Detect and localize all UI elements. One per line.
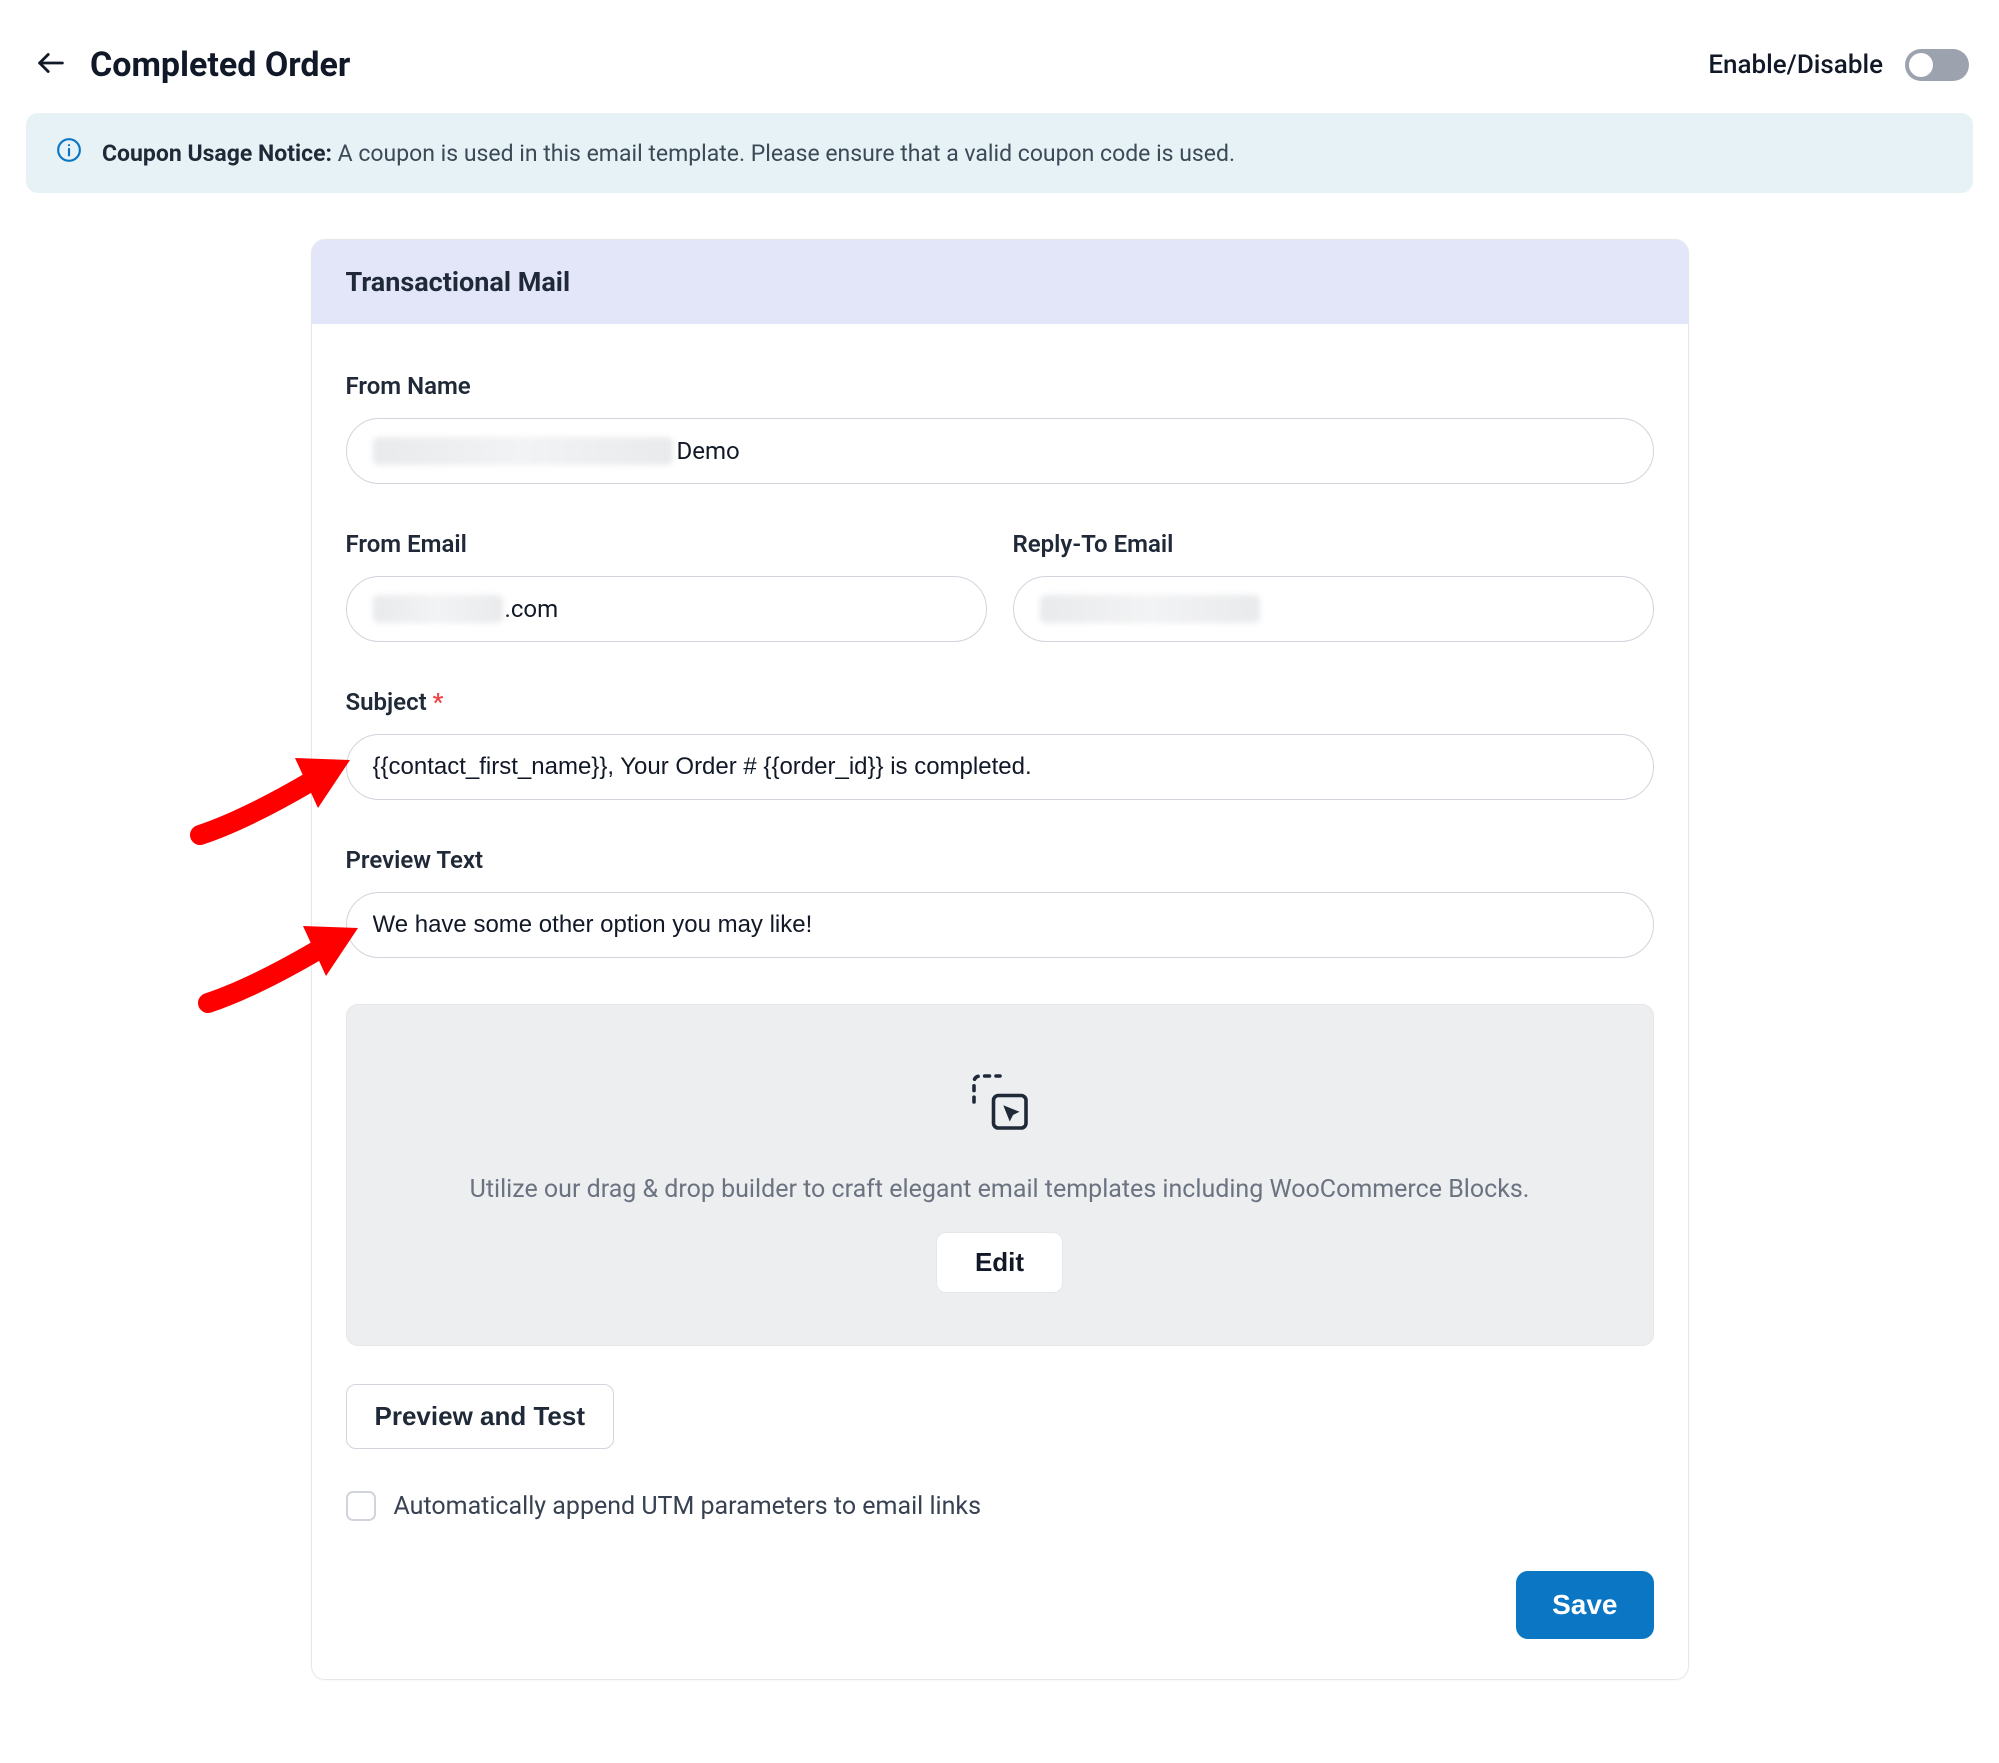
transactional-mail-card: Transactional Mail From Name Demo From E… (311, 239, 1689, 1680)
notice-prefix: Coupon Usage Notice: (102, 140, 332, 167)
from-email-input[interactable]: .com (346, 576, 987, 642)
from-name-label: From Name (346, 372, 1654, 400)
annotation-arrow-icon (190, 740, 350, 850)
annotation-arrow-icon (198, 908, 358, 1018)
back-button[interactable] (30, 42, 72, 87)
subject-label: Subject* (346, 688, 1654, 716)
card-title: Transactional Mail (312, 240, 1688, 324)
page-header: Completed Order Enable/Disable (26, 30, 1973, 113)
utm-checkbox-label: Automatically append UTM parameters to e… (394, 1492, 981, 1521)
reply-to-input[interactable] (1013, 576, 1654, 642)
preview-text-label: Preview Text (346, 846, 1654, 874)
coupon-usage-notice: Coupon Usage Notice: A coupon is used in… (26, 113, 1973, 193)
save-button[interactable]: Save (1516, 1571, 1653, 1639)
subject-input[interactable] (346, 734, 1654, 800)
drag-drop-builder-icon (961, 1063, 1039, 1147)
redacted-text (1040, 595, 1260, 623)
enable-disable-label: Enable/Disable (1708, 50, 1883, 80)
enable-disable-toggle[interactable] (1905, 49, 1969, 81)
arrow-left-icon (34, 46, 68, 83)
page-title: Completed Order (90, 45, 350, 85)
info-icon (56, 137, 82, 169)
redacted-text (373, 595, 503, 623)
template-builder-box: Utilize our drag & drop builder to craft… (346, 1004, 1654, 1346)
from-name-suffix: Demo (677, 437, 740, 465)
from-name-input[interactable]: Demo (346, 418, 1654, 484)
preview-and-test-button[interactable]: Preview and Test (346, 1384, 615, 1449)
preview-text-input[interactable] (346, 892, 1654, 958)
notice-text: Coupon Usage Notice: A coupon is used in… (102, 140, 1235, 167)
edit-template-button[interactable]: Edit (936, 1232, 1063, 1293)
notice-message: A coupon is used in this email template.… (332, 140, 1235, 167)
from-email-suffix: .com (505, 595, 559, 623)
redacted-text (373, 437, 673, 465)
from-email-label: From Email (346, 530, 987, 558)
utm-checkbox[interactable] (346, 1491, 376, 1521)
builder-description: Utilize our drag & drop builder to craft… (470, 1175, 1530, 1204)
reply-to-label: Reply-To Email (1013, 530, 1654, 558)
